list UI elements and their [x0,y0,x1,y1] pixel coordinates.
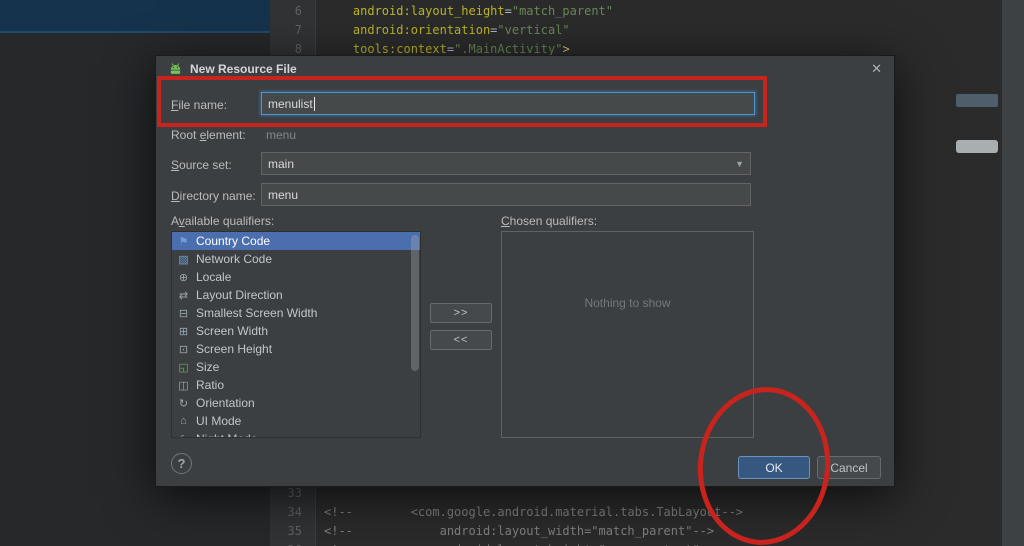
right-tool-strip [1001,0,1024,546]
qualifier-label: Screen Width [196,324,269,338]
background-window-titlebar [0,0,270,33]
root-element-value: menu [266,128,297,142]
available-qualifiers-label: Available qualifiers: [171,214,275,228]
chevron-down-icon: ▼ [735,158,744,169]
line-number: 6 [294,4,302,18]
qualifier-item-country-code[interactable]: ⚑ Country Code [172,232,420,250]
scrollbar-marker [956,94,998,107]
android-icon [168,62,183,77]
chosen-qualifiers-panel: Nothing to show [501,231,754,438]
code-lines-bottom: 33 34 <!-- <com.google.android.material.ta… [270,484,1001,546]
night-mode-icon: ☾ [176,433,191,438]
country-code-icon: ⚑ [178,235,189,248]
qualifier-item-size[interactable]: ◱ Size [172,358,420,376]
qualifier-item-layout-direction[interactable]: ⇄ Layout Direction [172,286,420,304]
qualifier-item-ratio[interactable]: ◫ Ratio [172,376,420,394]
qualifier-label: Locale [196,270,232,284]
screen-width-icon: ⊞ [178,325,189,338]
code-line: 7 android:orientation="vertical" [270,21,1001,40]
available-qualifiers-list[interactable]: ⚑ Country Code ▧ Network Code ⊕ Locale ⇄ Layout… [171,231,421,438]
qualifier-label: Country Code [196,234,271,248]
directory-name-input[interactable]: menu [261,183,751,206]
chosen-qualifiers-label: Chosen qualifiers: [501,214,598,228]
move-right-button[interactable]: >> [430,303,492,323]
close-icon[interactable]: ✕ [871,61,882,77]
code-line: 34 <!-- <com.google.android.material.tabs… [270,503,1001,522]
qualifier-label: Ratio [196,378,225,392]
code-line: 35 <!-- android:layout_width="match_paren… [270,522,1001,541]
qualifier-label: Network Code [196,252,273,266]
qualifier-label: Night Mode [196,432,257,437]
source-set-dropdown[interactable]: main ▼ [261,152,751,175]
dialog-title: New Resource File [190,62,297,76]
qualifier-item-ui-mode[interactable]: ⌂ UI Mode [172,412,420,430]
move-left-button[interactable]: << [430,330,492,350]
source-set-value: main [268,156,295,171]
root-element-label: Root element: [171,128,246,142]
qualifier-label: UI Mode [196,414,242,428]
qualifier-label: Smallest Screen Width [196,306,318,320]
qualifier-item-screen-height[interactable]: ⊡ Screen Height [172,340,420,358]
qualifier-item-locale[interactable]: ⊕ Locale [172,268,420,286]
help-button[interactable]: ? [171,453,192,474]
code-lines-top: 6 android:layout_height="match_parent" 7 … [270,2,1001,59]
screen-height-icon: ⊡ [178,343,189,356]
line-number: 7 [294,23,302,37]
smallest-screen-width-icon: ⊟ [178,307,189,320]
code-line: 36<!-- android:layout_height="wrap_conte… [270,541,1001,546]
source-set-label: Source set: [171,158,232,172]
size-icon: ◱ [178,361,189,374]
ratio-icon: ◫ [178,379,189,392]
qualifier-item-night-mode[interactable]: ☾ Night Mode [172,430,420,438]
code-line: 6 android:layout_height="match_parent" [270,2,1001,21]
screen: 6 android:layout_height="match_parent" 7 … [0,0,1024,546]
scrollbar-thumb-marker[interactable] [956,140,998,153]
line-number: 34 [287,505,302,519]
qualifier-item-smallest-screen-width[interactable]: ⊟ Smallest Screen Width [172,304,420,322]
empty-state-text: Nothing to show [584,296,671,310]
qualifier-item-screen-width[interactable]: ⊞ Screen Width [172,322,420,340]
list-scrollbar[interactable] [411,235,419,371]
line-number: 36 [270,541,316,546]
qualifier-label: Layout Direction [196,288,283,302]
qualifier-item-orientation[interactable]: ↻ Orientation [172,394,420,412]
network-code-icon: ▧ [178,253,189,266]
qualifier-label: Size [196,360,220,374]
line-number: 35 [287,524,302,538]
orientation-icon: ↻ [178,397,189,410]
qualifier-label: Screen Height [196,342,273,356]
qualifier-item-network-code[interactable]: ▧ Network Code [172,250,420,268]
directory-name-label: Directory name: [171,189,256,203]
ui-mode-icon: ⌂ [180,415,187,427]
annotation-rectangle [157,76,767,127]
qualifier-label: Orientation [196,396,255,410]
directory-name-value: menu [268,187,299,202]
locale-icon: ⊕ [178,271,189,284]
layout-direction-icon: ⇄ [178,289,189,302]
